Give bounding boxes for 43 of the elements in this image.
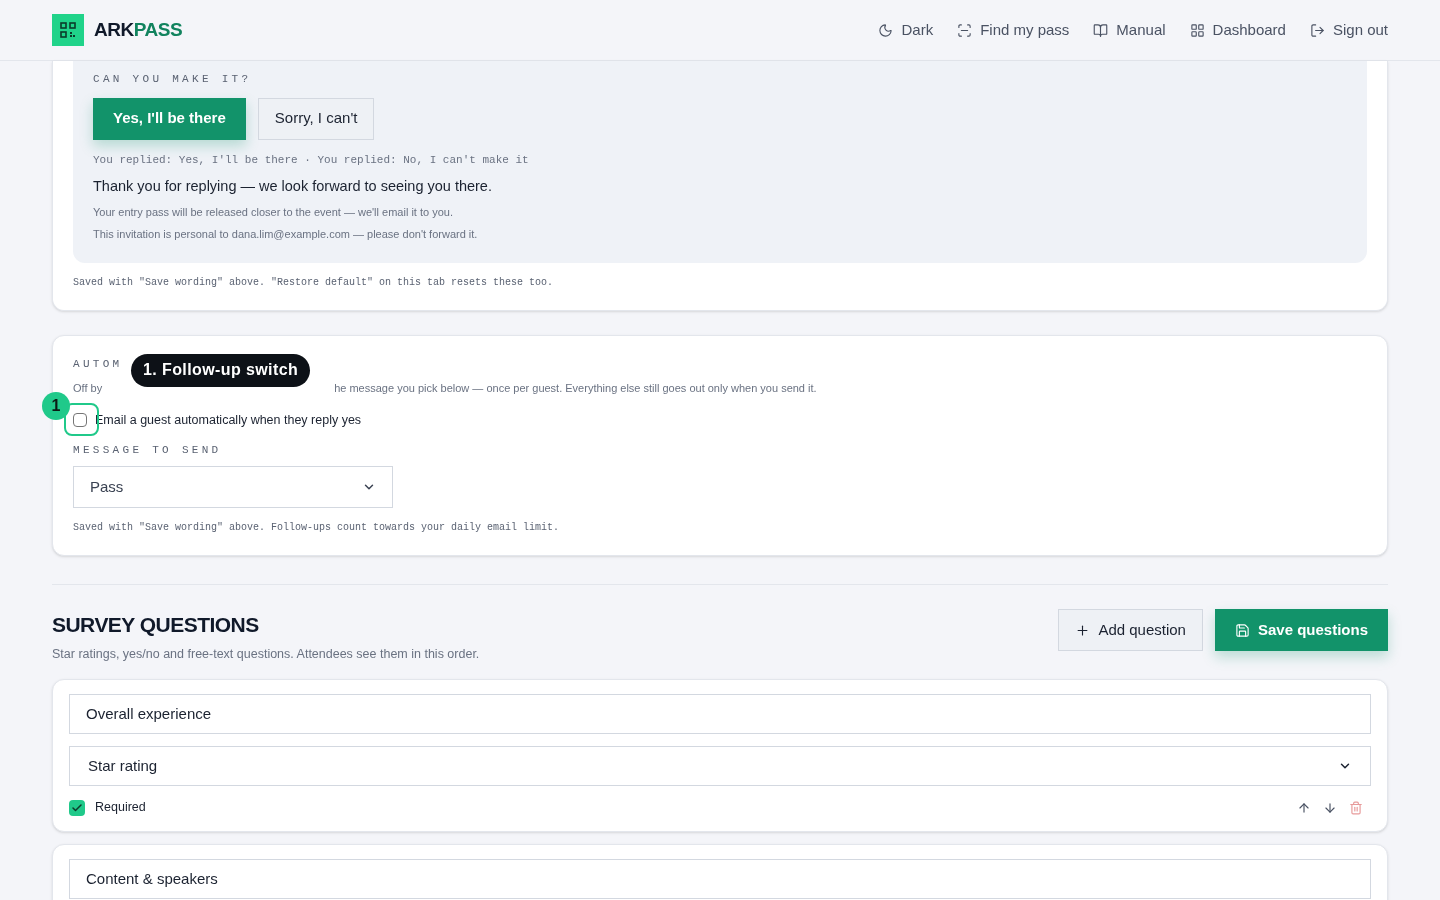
nav-link[interactable]: Dark xyxy=(878,18,934,42)
thanks-message: Thank you for replying — we look forward to seeing you there. xyxy=(93,177,493,196)
tooltip: 1. Follow-up switch xyxy=(131,353,311,387)
moon-icon xyxy=(878,22,894,38)
save-questions-button[interactable]: Save questions xyxy=(1214,609,1388,651)
checkmark-icon xyxy=(71,801,83,814)
replied-note: You replied: Yes, I'll be there · You replied: No, I can't make it xyxy=(93,152,530,168)
info-line: This invitation is personal to dana.lim@example.com — please don't forward it. xyxy=(93,227,479,243)
reply-button[interactable]: Yes, I'll be there xyxy=(93,97,246,140)
section-label: AUTOM xyxy=(73,356,123,372)
followup-checkbox[interactable] xyxy=(73,413,87,428)
book-icon xyxy=(1093,22,1109,38)
checkbox-label: Required xyxy=(95,799,146,817)
signout-icon xyxy=(1309,22,1325,38)
message-select[interactable]: Pass xyxy=(73,466,393,508)
qr-logo-icon xyxy=(52,14,84,46)
required-checkbox[interactable] xyxy=(69,799,85,816)
question-title-field[interactable]: Overall experience xyxy=(69,694,1371,735)
move-down-icon[interactable] xyxy=(1323,800,1337,815)
reply-button[interactable]: Sorry, I can't xyxy=(257,97,375,140)
info-line: Your entry pass will be released closer to the event — we'll email it to you. xyxy=(93,204,454,220)
nav-link[interactable]: Sign out xyxy=(1309,18,1388,42)
question-type-select[interactable]: Star rating xyxy=(69,746,1371,787)
section-label: MESSAGE TO SEND xyxy=(73,442,222,458)
section-title: SURVEY QUESTIONS xyxy=(52,612,260,638)
card-footnote: Saved with "Save wording" above. Follow-ups count towards your daily email limit. xyxy=(73,521,561,535)
description-text: he message you pick below — once per guest. Everything else still goes out only when you send it. xyxy=(334,381,817,397)
step-badge: 1 xyxy=(42,391,70,420)
nav-link[interactable]: Dashboard xyxy=(1189,18,1286,42)
section-label: CAN YOU MAKE IT? xyxy=(93,72,253,87)
nav-link[interactable]: Manual xyxy=(1093,18,1166,42)
scan-icon xyxy=(957,22,973,38)
section-subtitle: Star ratings, yes/no and free-text questions. Attendees see them in this order. xyxy=(52,645,480,663)
question-title-field[interactable]: Content & speakers xyxy=(69,859,1371,899)
grid-icon xyxy=(1189,22,1205,38)
move-up-icon[interactable] xyxy=(1297,800,1311,815)
nav-link[interactable]: Find my pass xyxy=(957,18,1070,42)
add-question-button[interactable]: Add question xyxy=(1058,609,1203,651)
save-icon xyxy=(1234,622,1250,638)
brand-name[interactable]: ARKPASS xyxy=(94,15,183,45)
description-text: Off by xyxy=(73,381,103,397)
plus-icon xyxy=(1075,622,1091,638)
card-footnote: Saved with "Save wording" above. "Restore default" on this tab resets these too. xyxy=(73,275,555,290)
